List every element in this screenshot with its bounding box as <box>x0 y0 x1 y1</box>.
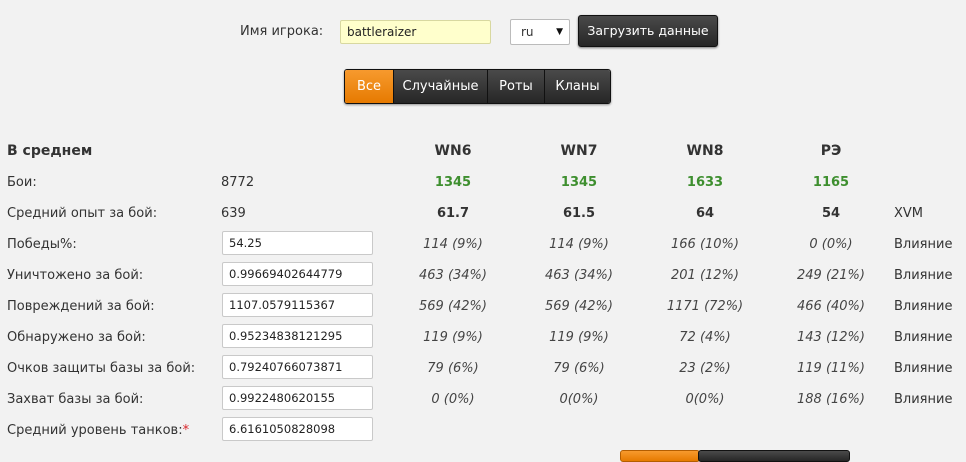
stat-impact-cell: 466 (40%) <box>797 299 865 314</box>
player-name-label: Имя игрока: <box>240 24 324 39</box>
stat-impact-cell: 0 (0%) <box>809 237 853 252</box>
column-wn8: WN8 <box>686 143 724 159</box>
stat-impact-cell: 72 (4%) <box>679 330 731 345</box>
battles-value: 8772 <box>221 175 255 190</box>
tab-all[interactable]: Все <box>345 70 393 103</box>
tank-level-label-text: Средний уровень танков: <box>7 423 183 438</box>
stat-impact-cell: 119 (9%) <box>423 330 483 345</box>
stat-label: Очков защиты базы за бой: <box>7 361 196 376</box>
stat-influence-label: Влияние <box>894 330 953 345</box>
bottom-orange-button[interactable] <box>620 450 700 462</box>
stat-impact-cell: 569 (42%) <box>545 299 613 314</box>
stat-label: Захват базы за бой: <box>7 392 144 407</box>
column-re: РЭ <box>820 143 842 159</box>
stat-input[interactable]: 1107.0579115367 <box>222 293 373 317</box>
stat-impact-cell: 463 (34%) <box>419 268 487 283</box>
region-select-value: ru <box>521 25 534 39</box>
stat-input[interactable]: 0.9922480620155 <box>222 386 373 410</box>
stat-impact-cell: 23 (2%) <box>679 361 731 376</box>
stat-impact-cell: 114 (9%) <box>549 237 609 252</box>
stat-impact-cell: 119 (9%) <box>549 330 609 345</box>
stat-impact-cell: 463 (34%) <box>545 268 613 283</box>
stat-impact-cell: 1171 (72%) <box>666 299 744 314</box>
region-select[interactable]: ru ▼ <box>510 19 570 45</box>
tank-level-label: Средний уровень танков:* <box>7 423 189 438</box>
stat-impact-cell: 201 (12%) <box>671 268 739 283</box>
dropdown-arrow-icon: ▼ <box>556 27 563 37</box>
rating-wn6: 1345 <box>434 175 472 190</box>
stat-label: Уничтожено за бой: <box>7 268 144 283</box>
table-title: В среднем <box>7 143 93 159</box>
avg-exp-value: 639 <box>221 206 246 221</box>
stat-input[interactable]: 0.95234838121295 <box>222 324 373 348</box>
stat-input[interactable]: 0.79240766073871 <box>222 355 373 379</box>
stat-label: Победы%: <box>7 237 77 252</box>
stat-influence-label: Влияние <box>894 392 953 407</box>
avg-exp-label: Средний опыт за бой: <box>7 206 158 221</box>
xvm-wn8: 64 <box>695 206 715 221</box>
xvm-wn6: 61.7 <box>436 206 470 221</box>
stat-impact-cell: 249 (21%) <box>797 268 865 283</box>
stat-label: Повреждений за бой: <box>7 299 155 314</box>
stat-impact-cell: 0(0%) <box>559 392 599 407</box>
filter-tabs: Все Случайные Роты Кланы <box>344 69 611 104</box>
stat-label: Обнаружено за бой: <box>7 330 146 345</box>
tank-level-input[interactable]: 6.6161050828098 <box>222 417 373 441</box>
tab-clans[interactable]: Кланы <box>544 70 610 103</box>
stat-input[interactable]: 54.25 <box>222 231 373 255</box>
tab-random[interactable]: Случайные <box>393 70 487 103</box>
player-name-input[interactable]: battleraizer <box>340 20 491 44</box>
column-wn6: WN6 <box>434 143 472 159</box>
required-mark: * <box>182 423 190 438</box>
stat-influence-label: Влияние <box>894 237 953 252</box>
stat-impact-cell: 0 (0%) <box>431 392 475 407</box>
stat-impact-cell: 569 (42%) <box>419 299 487 314</box>
stat-impact-cell: 114 (9%) <box>423 237 483 252</box>
load-data-button[interactable]: Загрузить данные <box>578 15 718 47</box>
stat-impact-cell: 119 (11%) <box>797 361 865 376</box>
column-wn7: WN7 <box>560 143 598 159</box>
stat-influence-label: Влияние <box>894 268 953 283</box>
stat-impact-cell: 143 (12%) <box>797 330 865 345</box>
stat-impact-cell: 188 (16%) <box>797 392 865 407</box>
rating-wn8: 1633 <box>686 175 724 190</box>
xvm-wn7: 61.5 <box>562 206 596 221</box>
stat-impact-cell: 166 (10%) <box>671 237 739 252</box>
stat-input[interactable]: 0.99669402644779 <box>222 262 373 286</box>
rating-re: 1165 <box>812 175 850 190</box>
bottom-dark-button[interactable] <box>698 450 850 462</box>
stat-influence-label: Влияние <box>894 361 953 376</box>
stat-impact-cell: 79 (6%) <box>427 361 479 376</box>
stat-impact-cell: 79 (6%) <box>553 361 605 376</box>
stat-influence-label: Влияние <box>894 299 953 314</box>
tab-companies[interactable]: Роты <box>487 70 544 103</box>
battles-label: Бои: <box>7 175 37 190</box>
xvm-re: 54 <box>821 206 841 221</box>
rating-wn7: 1345 <box>560 175 598 190</box>
xvm-label: XVM <box>894 206 924 221</box>
stat-impact-cell: 0(0%) <box>685 392 725 407</box>
